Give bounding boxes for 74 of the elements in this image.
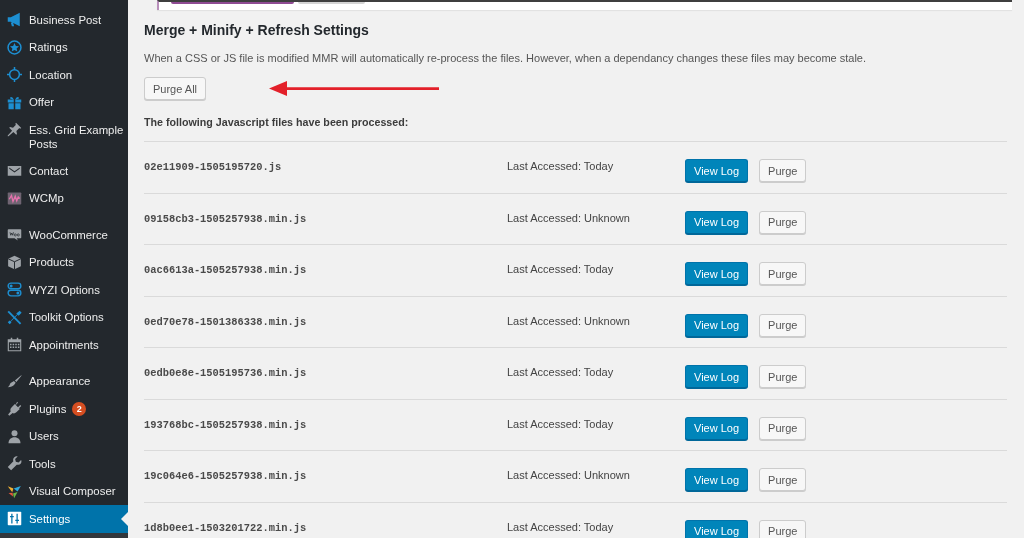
megaphone-icon	[7, 12, 22, 27]
sidebar-menu-item[interactable]: Ess. Grid Example Posts	[0, 116, 128, 157]
wrench-icon	[7, 456, 22, 471]
purge-button[interactable]: Purge	[759, 210, 807, 234]
file-name: 19c064e6-1505257938.min.js	[144, 469, 307, 484]
crosshair-icon	[7, 67, 22, 82]
star-badge-icon	[7, 39, 22, 55]
sidebar-menu-item[interactable]: Visual Composer	[0, 477, 128, 505]
view-log-button[interactable]: View Log	[685, 468, 749, 491]
sidebar-menu-item[interactable]: WYZI Options	[0, 276, 128, 304]
wave-tile-icon	[7, 190, 22, 206]
sidebar-menu-item[interactable]: Offer	[0, 88, 128, 116]
sidebar-menu-item[interactable]: Products	[0, 248, 128, 276]
sidebar-menu-item[interactable]: Settings	[0, 505, 128, 533]
sidebar-menu-item[interactable]: Contact	[0, 157, 128, 185]
user-icon	[7, 428, 22, 444]
page-heading: Merge + Minify + Refresh Settings	[144, 21, 370, 40]
envelope-icon	[7, 163, 22, 178]
count-badge: 2	[72, 401, 87, 416]
file-name: 09158cb3-1505257938.min.js	[144, 211, 307, 227]
view-log-button[interactable]: View Log	[685, 416, 749, 440]
sliders-icon	[7, 511, 22, 526]
file-name: 1d8b0ee1-1503201722.min.js	[144, 520, 307, 536]
purge-button[interactable]: Purge	[759, 416, 807, 440]
file-name: 0edb0e8e-1505195736.min.js	[144, 366, 307, 381]
pushpin-icon	[7, 122, 22, 137]
sidebar-menu-item[interactable]: Users	[0, 422, 128, 450]
purge-button[interactable]: Purge	[759, 262, 807, 285]
calendar-icon	[7, 337, 22, 352]
sidebar-menu-item[interactable]: WCMp	[0, 184, 128, 212]
sidebar-menu-item[interactable]: Ratings	[0, 33, 128, 61]
view-log-button[interactable]: View Log	[685, 262, 749, 285]
sidebar-menu-item[interactable]: Tools	[0, 450, 128, 478]
view-log-button[interactable]: View Log	[685, 313, 749, 337]
last-accessed-text: Last Accessed: Today	[507, 519, 614, 534]
view-log-button[interactable]: View Log	[685, 210, 749, 234]
purge-button[interactable]: Purge	[759, 365, 807, 388]
description-text: When a CSS or JS file is modified MMR will automatically re-process the files. However, when a dependancy changes these files may become stale.	[144, 51, 868, 66]
speech-tile-icon	[7, 227, 22, 242]
purge-button[interactable]: Purge	[759, 159, 807, 182]
last-accessed-text: Last Accessed: Today	[507, 365, 614, 379]
plug-icon	[7, 401, 22, 416]
sidebar-menu-item[interactable]: Appearance	[0, 367, 128, 395]
last-accessed-text: Last Accessed: Today	[507, 159, 614, 173]
view-log-button[interactable]: View Log	[685, 159, 749, 182]
file-name: 02e11909-1505195720.js	[144, 160, 282, 175]
last-accessed-text: Last Accessed: Unknown	[507, 210, 630, 225]
purge-button[interactable]: Purge	[759, 313, 807, 337]
sidebar-menu-item[interactable]: Business Post	[0, 6, 128, 34]
toggle-icon	[7, 282, 22, 297]
purge-all-button[interactable]: Purge All	[144, 77, 207, 100]
file-name: 0ed70e78-1501386338.min.js	[144, 314, 307, 330]
gift-icon	[7, 94, 22, 110]
last-accessed-text: Last Accessed: Today	[507, 416, 614, 431]
box-icon	[7, 254, 22, 270]
sidebar-menu-item[interactable]: Appointments	[0, 331, 128, 359]
last-accessed-text: Last Accessed: Today	[507, 262, 614, 276]
file-name: 0ac6613a-1505257938.min.js	[144, 263, 307, 278]
pinwheel-logo-icon	[7, 483, 22, 499]
purge-button[interactable]: Purge	[759, 519, 807, 538]
sidebar-menu-item[interactable]: Plugins 2	[0, 395, 128, 423]
purge-button[interactable]: Purge	[759, 468, 807, 491]
paintbrush-icon	[7, 373, 22, 389]
last-accessed-text: Last Accessed: Unknown	[507, 468, 630, 482]
sidebar-menu-item[interactable]: WooCommerce	[0, 221, 128, 249]
file-name: 193768bc-1505257938.min.js	[144, 417, 307, 433]
view-log-button[interactable]: View Log	[685, 365, 749, 388]
last-accessed-text: Last Accessed: Unknown	[507, 313, 630, 328]
current-page-pointer-icon	[121, 511, 128, 526]
sidebar-menu-item[interactable]: Toolkit Options	[0, 303, 128, 331]
files-heading: The following Javascript files have been processed:	[144, 115, 410, 130]
sidebar-menu-item[interactable]: Location	[0, 61, 128, 89]
view-log-button[interactable]: View Log	[685, 519, 749, 538]
crossed-tools-icon	[7, 309, 22, 325]
